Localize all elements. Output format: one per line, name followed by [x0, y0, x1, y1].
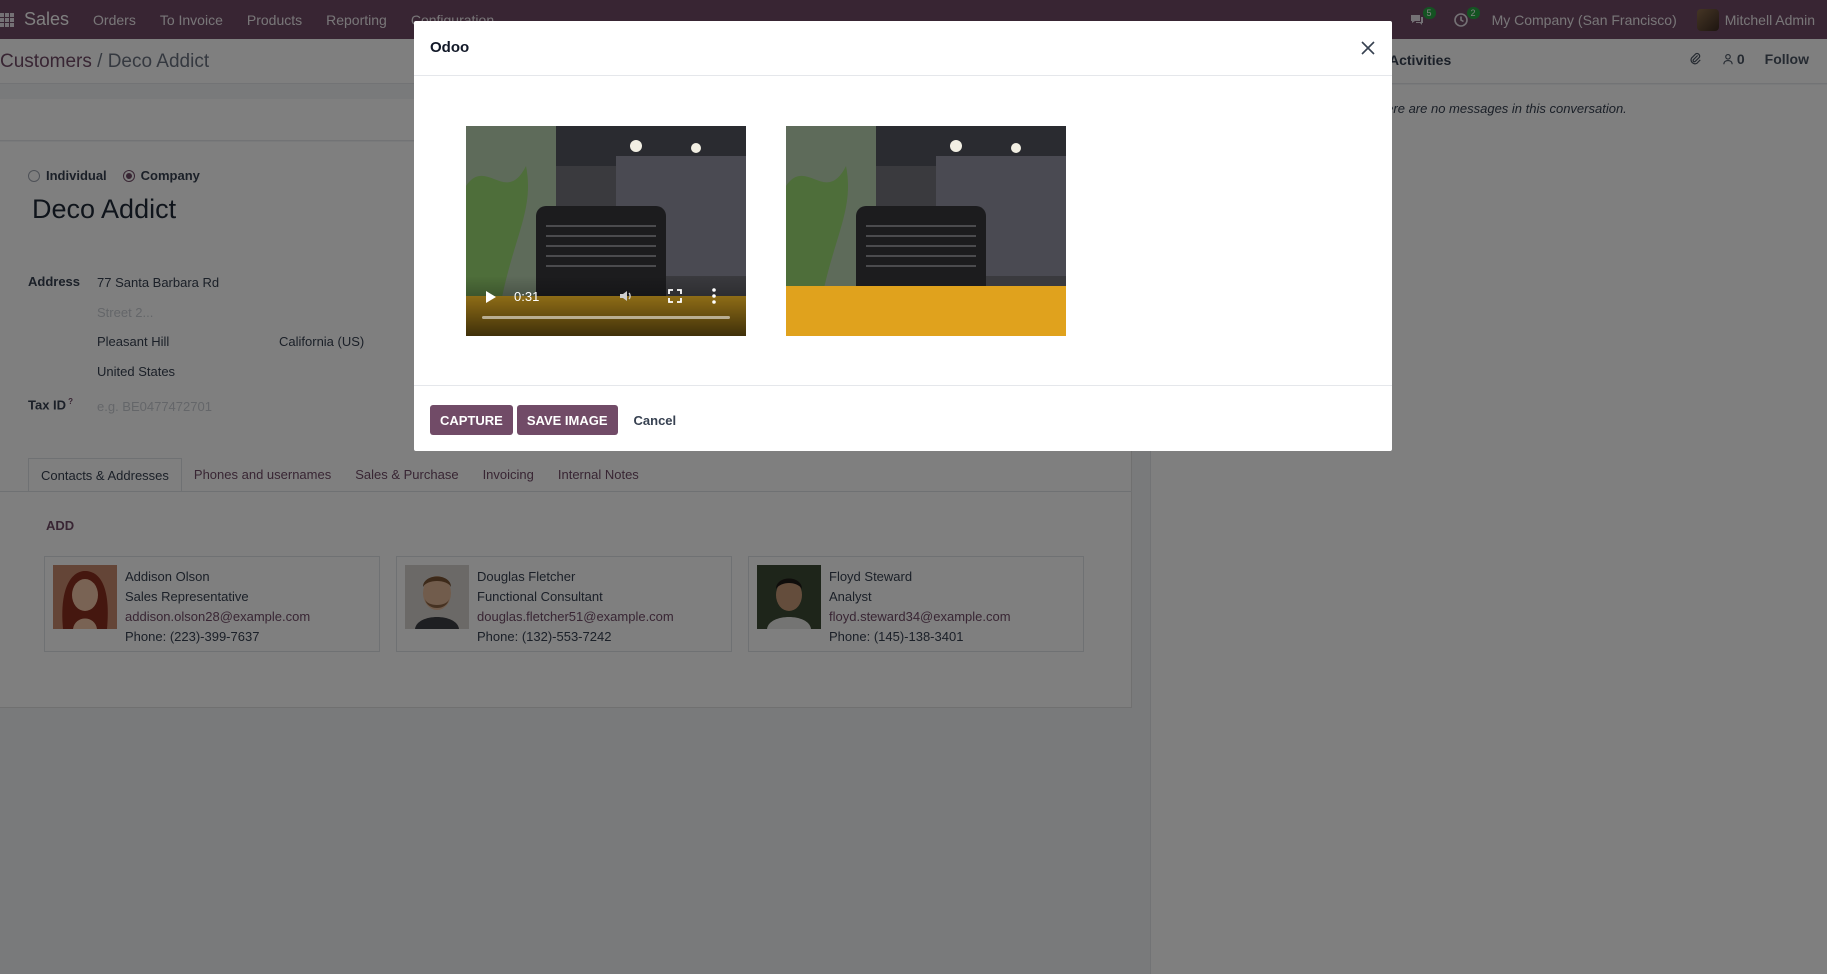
- save-image-button[interactable]: SAVE IMAGE: [516, 405, 618, 435]
- close-button[interactable]: [1356, 36, 1380, 60]
- play-icon[interactable]: [486, 291, 496, 303]
- modal-header: Odoo: [414, 21, 1392, 76]
- webcam-video[interactable]: 0:31: [466, 126, 746, 336]
- cancel-button[interactable]: Cancel: [622, 413, 689, 428]
- more-options-icon[interactable]: [711, 287, 717, 305]
- capture-button[interactable]: CAPTURE: [430, 405, 513, 435]
- video-progress-bar[interactable]: [482, 316, 730, 319]
- captured-image: [786, 126, 1066, 336]
- dialog-buttons: CAPTURE SAVE IMAGE Cancel: [430, 405, 688, 435]
- office-scene: [786, 126, 1066, 336]
- video-controls: 0:31: [466, 276, 746, 336]
- volume-icon[interactable]: [618, 288, 634, 304]
- modal-body: 0:31: [414, 76, 1392, 386]
- close-icon: [1361, 41, 1375, 55]
- video-time: 0:31: [514, 289, 540, 304]
- webcam-dialog: Odoo 0:31: [414, 21, 1392, 451]
- modal-title: Odoo: [430, 39, 470, 56]
- fullscreen-icon[interactable]: [667, 288, 683, 304]
